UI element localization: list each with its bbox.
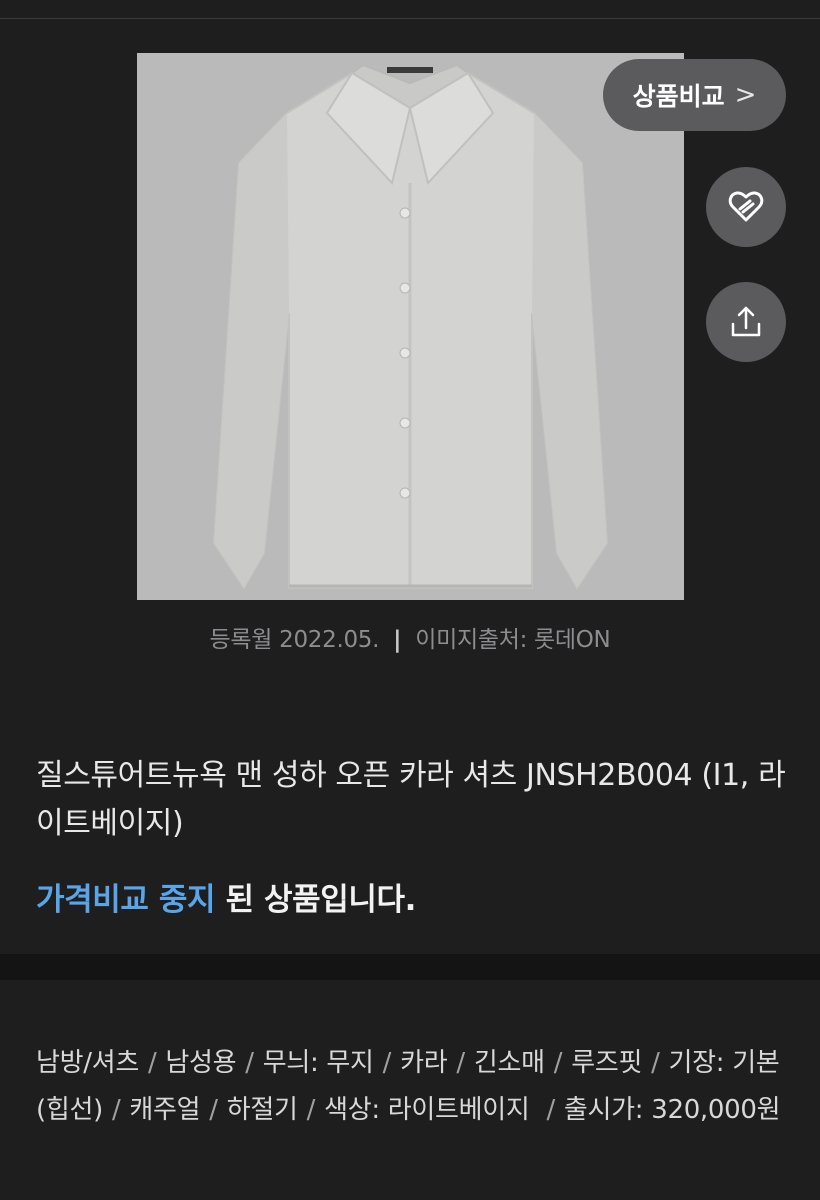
spec-summary: 남방/셔츠 / 남성용 / 무늬: 무지 / 카라 / 긴소매 / 루즈핏 / 기장: 기본(힙선) / 캐…: [36, 1040, 786, 1134]
spec-item: 하절기: [226, 1095, 298, 1125]
spec-item: 캐주얼: [129, 1095, 201, 1125]
top-bar-divider: [0, 0, 820, 19]
product-title: 질스튜어트뉴욕 맨 성하 오픈 카라 셔츠 JNSH2B004 (I1, 라이트…: [36, 758, 786, 841]
image-meta: 등록월 2022.05. | 이미지출처: 롯데ON: [0, 620, 820, 654]
spec-separator: /: [553, 1048, 563, 1078]
spec-separator: /: [147, 1048, 157, 1078]
image-source: 이미지출처: 롯데ON: [415, 627, 611, 653]
price-compare-status: 가격비교 중지 된 상품입니다.: [36, 874, 416, 919]
spec-separator: /: [306, 1095, 316, 1125]
spec-separator: /: [546, 1095, 555, 1125]
product-detail-page: 상품비교 > 등록월 2022.05. | 이미지출처: 롯데ON 질스튜어트뉴욕 …: [0, 0, 820, 1200]
compare-button[interactable]: 상품비교 >: [603, 59, 786, 131]
spec-item: 출시가: 320,000원: [563, 1095, 781, 1125]
spec-separator: /: [245, 1048, 254, 1078]
spec-item: 긴소매: [473, 1048, 545, 1078]
spec-separator: /: [382, 1048, 392, 1078]
section-divider: [0, 954, 820, 980]
spec-item: 루즈핏: [571, 1048, 643, 1078]
spec-separator: /: [456, 1048, 465, 1078]
spec-item: 무늬: 무지: [262, 1048, 374, 1078]
share-button[interactable]: [706, 282, 786, 362]
heart-link-icon: [728, 191, 764, 222]
spec-separator: /: [651, 1048, 660, 1078]
spec-item: 남방/셔츠: [36, 1048, 139, 1078]
chevron-right-icon: >: [734, 80, 757, 110]
spec-item: 남성용: [165, 1048, 237, 1078]
spec-item: 색상: 라이트베이지: [324, 1095, 538, 1125]
spec-separator: /: [209, 1095, 218, 1125]
shirt-image: [137, 53, 684, 600]
registered-date: 등록월 2022.05.: [209, 627, 380, 653]
status-highlight: 가격비교 중지: [36, 882, 216, 918]
spec-item: 카라: [400, 1048, 448, 1078]
product-image[interactable]: [137, 53, 684, 600]
compare-button-label: 상품비교: [632, 82, 725, 111]
spec-separator: /: [111, 1095, 121, 1125]
share-icon: [731, 306, 761, 337]
meta-separator: |: [393, 627, 402, 653]
wishlist-button[interactable]: [706, 167, 786, 247]
status-text: 된 상품입니다.: [215, 882, 417, 918]
